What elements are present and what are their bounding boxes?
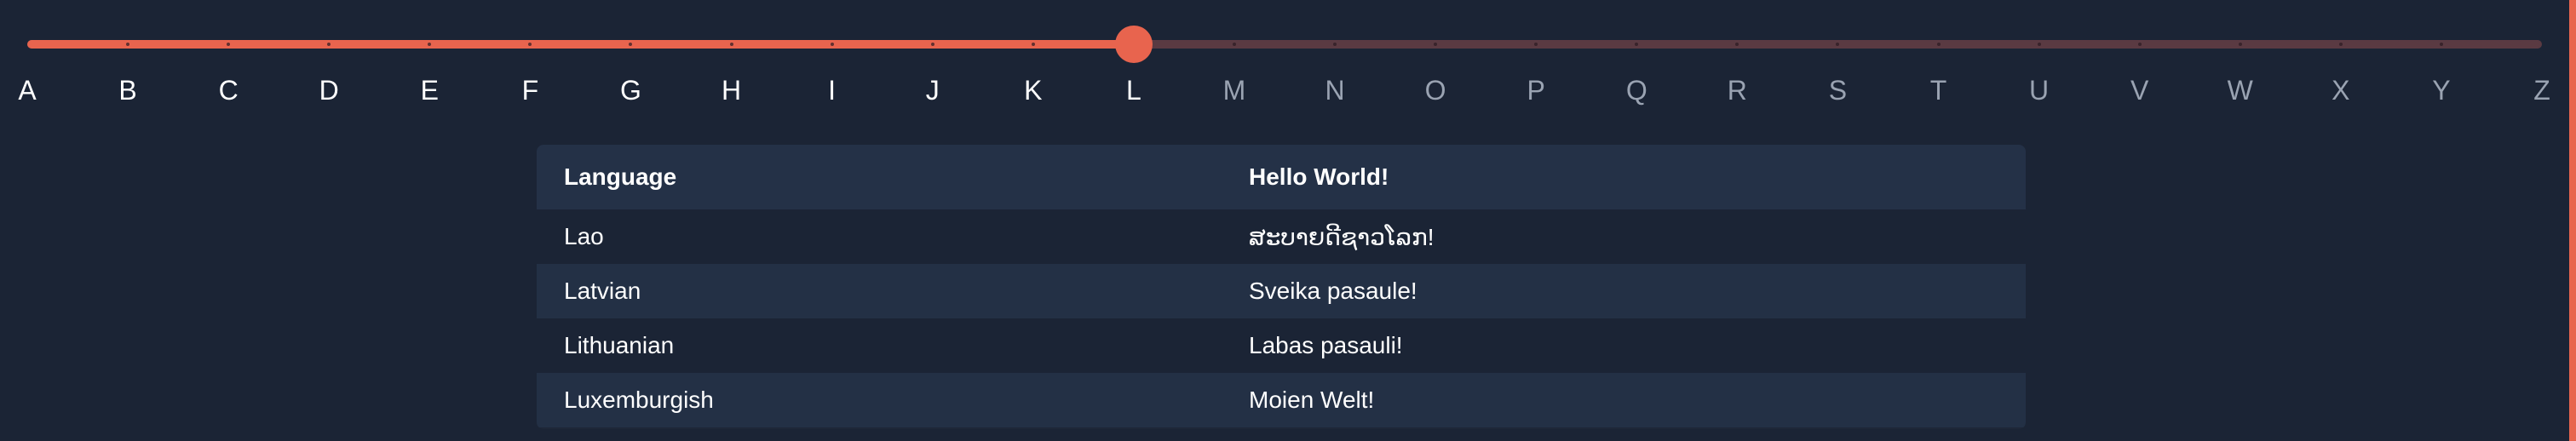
slider-labels: ABCDEFGHIJKLMNOPQRSTUVWXYZ: [18, 73, 2550, 107]
slider-label-o[interactable]: O: [1418, 73, 1452, 107]
table-header-row: Language Hello World!: [537, 145, 2026, 209]
slider-label-h[interactable]: H: [715, 73, 749, 107]
slider-tick: [830, 43, 834, 46]
cell-hello: Sveika pasaule!: [1222, 264, 2026, 318]
slider-ticks: [27, 40, 2542, 49]
slider-tick: [2238, 43, 2242, 46]
slider-tick: [2439, 43, 2443, 46]
slider-tick: [1031, 43, 1035, 46]
cell-language: Lao: [537, 209, 1222, 264]
page: A B C D E F G H I J K L M N O P Q R S T U V W X Y Z Language Hell…: [0, 0, 2576, 441]
slider-tick: [1936, 43, 1941, 46]
cell-language: Luxemburgish: [537, 373, 1222, 427]
cell-hello: Labas pasauli!: [1222, 318, 2026, 373]
slider-label-r[interactable]: R: [1720, 73, 1754, 107]
slider-tick: [1434, 43, 1438, 46]
slider-label-p[interactable]: P: [1519, 73, 1553, 107]
slider-tick: [327, 43, 331, 46]
slider-label-l[interactable]: L: [1117, 73, 1151, 107]
cell-hello: Moien Welt!: [1222, 373, 2026, 427]
slider-thumb[interactable]: [1114, 26, 1153, 63]
slider-label-j[interactable]: J: [916, 73, 950, 107]
slider-tick: [1333, 43, 1337, 46]
slider-label-k[interactable]: K: [1016, 73, 1050, 107]
table-row: Luxemburgish Moien Welt!: [537, 373, 2026, 427]
cell-hello: ສະບາຍດີຊາວໂລກ!: [1222, 209, 2026, 264]
language-table: Language Hello World! Lao ສະບາຍດີຊາວໂລກ!…: [537, 145, 2026, 427]
slider-label-m[interactable]: M: [1217, 73, 1251, 107]
language-table-card: Language Hello World! Lao ສະບາຍດີຊາວໂລກ!…: [537, 145, 2026, 429]
slider-label-u[interactable]: U: [2022, 73, 2056, 107]
slider-label-a[interactable]: A: [10, 73, 44, 107]
slider-label-t[interactable]: T: [1922, 73, 1956, 107]
slider-tick: [2037, 43, 2041, 46]
slider-tick: [1232, 43, 1236, 46]
slider-tick: [1836, 43, 1840, 46]
slider-tick: [629, 43, 633, 46]
header-language: Language: [537, 145, 1222, 209]
cell-language: Lithuanian: [537, 318, 1222, 373]
slider-label-q[interactable]: Q: [1619, 73, 1653, 107]
table-row: Latvian Sveika pasaule!: [537, 264, 2026, 318]
table-row: Lithuanian Labas pasauli!: [537, 318, 2026, 373]
slider-label-d[interactable]: D: [312, 73, 346, 107]
slider-tick: [930, 43, 934, 46]
slider-label-i[interactable]: I: [815, 73, 849, 107]
slider-label-f[interactable]: F: [513, 73, 547, 107]
slider-label-g[interactable]: G: [613, 73, 647, 107]
slider-tick: [1735, 43, 1739, 46]
slider-label-w[interactable]: W: [2223, 73, 2257, 107]
slider-tick: [2137, 43, 2142, 46]
slider-tick: [1635, 43, 1639, 46]
header-hello-world: Hello World!: [1222, 145, 2026, 209]
slider-label-s[interactable]: S: [1820, 73, 1854, 107]
slider-label-y[interactable]: Y: [2424, 73, 2458, 107]
table-row: Lao ສະບາຍດີຊາວໂລກ!: [537, 209, 2026, 264]
slider-label-b[interactable]: B: [111, 73, 145, 107]
slider-tick: [227, 43, 231, 46]
slider-tick: [528, 43, 532, 46]
slider-label-v[interactable]: V: [2123, 73, 2157, 107]
edge-accent-bar: [2569, 0, 2576, 441]
slider-label-x[interactable]: X: [2324, 73, 2358, 107]
slider-tick: [428, 43, 432, 46]
letter-slider[interactable]: [27, 26, 2542, 63]
slider-tick: [729, 43, 733, 46]
slider-tick: [126, 43, 130, 46]
slider-label-z[interactable]: Z: [2525, 73, 2559, 107]
slider-tick: [2338, 43, 2343, 46]
slider-tick: [1534, 43, 1538, 46]
cell-language: Latvian: [537, 264, 1222, 318]
slider-label-c[interactable]: C: [211, 73, 245, 107]
slider-label-e[interactable]: E: [412, 73, 446, 107]
slider-label-n[interactable]: N: [1318, 73, 1352, 107]
